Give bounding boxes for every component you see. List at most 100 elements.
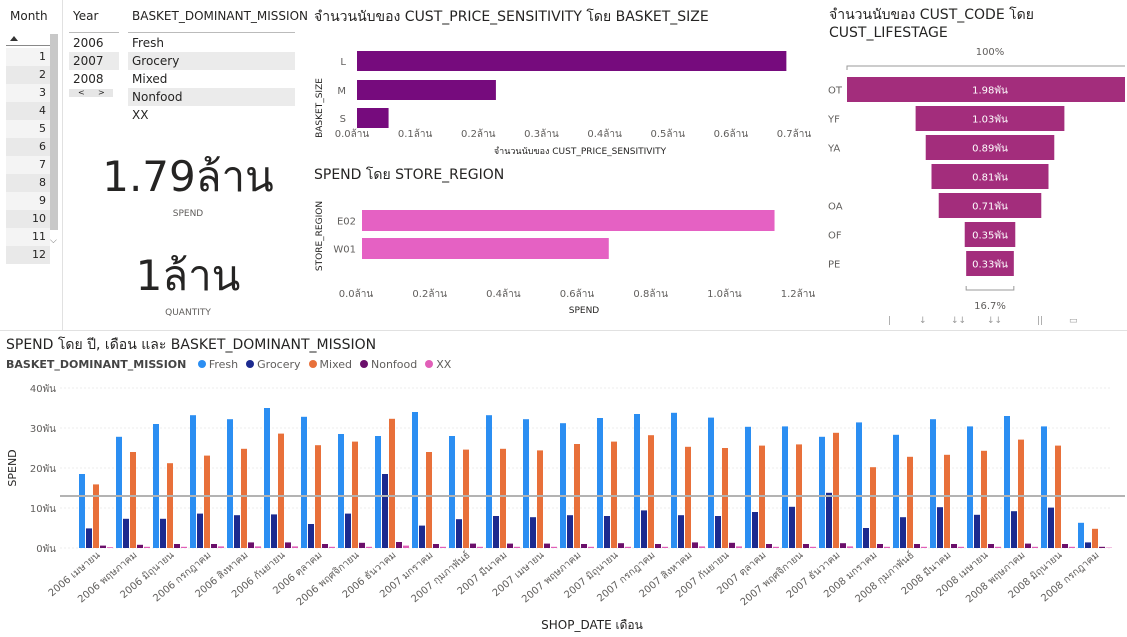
column-bar-fresh[interactable] xyxy=(671,412,677,548)
column-bar-xx[interactable] xyxy=(884,546,890,548)
legend-item[interactable]: XX xyxy=(425,358,451,371)
column-bar-grocery[interactable] xyxy=(160,518,166,548)
column-bar-grocery[interactable] xyxy=(1048,507,1054,548)
column-bar-xx[interactable] xyxy=(403,545,409,548)
column-bar-mixed[interactable] xyxy=(389,418,395,548)
store-region-bar-chart[interactable]: STORE_REGION SPEND E02 W01 0.0ล้าน 0.2ล้าน 0… xyxy=(308,190,824,320)
month-item[interactable]: 12 xyxy=(6,246,50,264)
column-bar-grocery[interactable] xyxy=(1011,511,1017,548)
column-bar-xx[interactable] xyxy=(773,546,779,548)
focus-mode-icon[interactable]: ▭ xyxy=(1069,316,1078,326)
column-bar-nonfood[interactable] xyxy=(618,543,624,548)
column-bar-grocery[interactable] xyxy=(382,474,388,548)
column-bar-xx[interactable] xyxy=(958,546,964,548)
column-bar-fresh[interactable] xyxy=(375,436,381,548)
column-bar-mixed[interactable] xyxy=(204,455,210,548)
column-bar-grocery[interactable] xyxy=(123,518,129,548)
basket-bar[interactable] xyxy=(357,51,787,71)
column-bar-grocery[interactable] xyxy=(308,524,314,548)
column-bar-fresh[interactable] xyxy=(227,419,233,548)
column-bar-nonfood[interactable] xyxy=(507,543,513,548)
column-bar-grocery[interactable] xyxy=(1085,542,1091,548)
column-bar-mixed[interactable] xyxy=(537,450,543,548)
column-bar-grocery[interactable] xyxy=(789,506,795,548)
column-bar-fresh[interactable] xyxy=(560,423,566,548)
column-bar-mixed[interactable] xyxy=(722,448,728,548)
column-bar-mixed[interactable] xyxy=(833,432,839,548)
column-bar-fresh[interactable] xyxy=(930,419,936,548)
column-bar-nonfood[interactable] xyxy=(1062,544,1068,548)
month-item[interactable]: 1 xyxy=(6,48,50,66)
chevron-left-icon[interactable]: < xyxy=(78,89,85,97)
column-bar-mixed[interactable] xyxy=(241,448,247,548)
column-bar-xx[interactable] xyxy=(144,546,150,548)
column-bar-nonfood[interactable] xyxy=(581,544,587,548)
column-bar-fresh[interactable] xyxy=(967,426,973,548)
column-bar-fresh[interactable] xyxy=(338,434,344,548)
column-bar-xx[interactable] xyxy=(218,546,224,548)
column-bar-fresh[interactable] xyxy=(116,436,122,548)
column-bar-xx[interactable] xyxy=(514,546,520,548)
column-bar-grocery[interactable] xyxy=(715,516,721,548)
column-bar-nonfood[interactable] xyxy=(692,542,698,548)
column-bar-nonfood[interactable] xyxy=(803,544,809,548)
triangle-up-icon[interactable] xyxy=(10,36,18,41)
column-bar-grocery[interactable] xyxy=(234,515,240,548)
column-bar-xx[interactable] xyxy=(847,546,853,548)
column-bar-nonfood[interactable] xyxy=(322,544,328,548)
column-bar-xx[interactable] xyxy=(255,546,261,548)
column-bar-grocery[interactable] xyxy=(197,513,203,548)
column-bar-grocery[interactable] xyxy=(345,513,351,548)
column-bar-nonfood[interactable] xyxy=(174,544,180,548)
column-bar-nonfood[interactable] xyxy=(359,542,365,548)
year-scroll-bar[interactable]: < > xyxy=(69,89,113,97)
column-bar-fresh[interactable] xyxy=(634,414,640,548)
column-bar-fresh[interactable] xyxy=(1004,416,1010,548)
column-bar-mixed[interactable] xyxy=(500,448,506,548)
column-bar-grocery[interactable] xyxy=(604,516,610,548)
column-bar-grocery[interactable] xyxy=(826,492,832,548)
column-bar-nonfood[interactable] xyxy=(877,544,883,548)
column-bar-xx[interactable] xyxy=(699,546,705,548)
column-bar-xx[interactable] xyxy=(107,547,113,548)
mission-slicer[interactable]: BASKET_DOMINANT_MISSION Fresh Grocery Mixe… xyxy=(127,0,308,128)
column-bar-fresh[interactable] xyxy=(1078,522,1084,548)
column-bar-xx[interactable] xyxy=(588,546,594,548)
basket-bar[interactable] xyxy=(357,108,389,128)
year-item[interactable]: 2006 xyxy=(69,34,119,52)
column-bar-mixed[interactable] xyxy=(352,441,358,548)
column-bar-nonfood[interactable] xyxy=(396,542,402,548)
column-bar-xx[interactable] xyxy=(810,546,816,548)
column-bar-fresh[interactable] xyxy=(301,416,307,548)
column-bar-xx[interactable] xyxy=(329,546,335,548)
column-bar-nonfood[interactable] xyxy=(1099,546,1105,548)
column-bar-nonfood[interactable] xyxy=(470,543,476,548)
column-bar-mixed[interactable] xyxy=(463,449,469,548)
month-item[interactable]: 11 xyxy=(6,228,50,246)
column-bar-grocery[interactable] xyxy=(530,517,536,548)
year-item[interactable]: 2007 xyxy=(69,52,119,70)
drill-down-icon[interactable]: ↓ xyxy=(919,316,927,326)
month-item[interactable]: 3 xyxy=(6,84,50,102)
column-bar-mixed[interactable] xyxy=(278,433,284,548)
chevron-down-icon[interactable]: ⌵ xyxy=(50,236,57,246)
spend-by-month-column-chart[interactable]: SPEND SHOP_DATE เดือน 40พัน 30พัน 20พัน 10พ… xyxy=(0,376,1127,637)
expand-next-level-icon[interactable]: ↓↓ xyxy=(951,316,966,326)
column-bar-mixed[interactable] xyxy=(167,463,173,548)
column-bar-fresh[interactable] xyxy=(597,418,603,548)
column-bar-xx[interactable] xyxy=(181,546,187,548)
month-item[interactable]: 10 xyxy=(6,210,50,228)
column-bar-mixed[interactable] xyxy=(611,441,617,548)
month-item[interactable]: 8 xyxy=(6,174,50,192)
column-bar-mixed[interactable] xyxy=(93,484,99,548)
column-bar-fresh[interactable] xyxy=(893,434,899,548)
column-bar-grocery[interactable] xyxy=(863,528,869,548)
column-bar-nonfood[interactable] xyxy=(729,542,735,548)
column-bar-xx[interactable] xyxy=(551,546,557,548)
column-bar-mixed[interactable] xyxy=(1092,528,1098,548)
month-item[interactable]: 7 xyxy=(6,156,50,174)
month-item[interactable]: 2 xyxy=(6,66,50,84)
chevron-right-icon[interactable]: > xyxy=(98,89,105,97)
column-bar-nonfood[interactable] xyxy=(433,544,439,548)
column-bar-mixed[interactable] xyxy=(130,452,136,548)
